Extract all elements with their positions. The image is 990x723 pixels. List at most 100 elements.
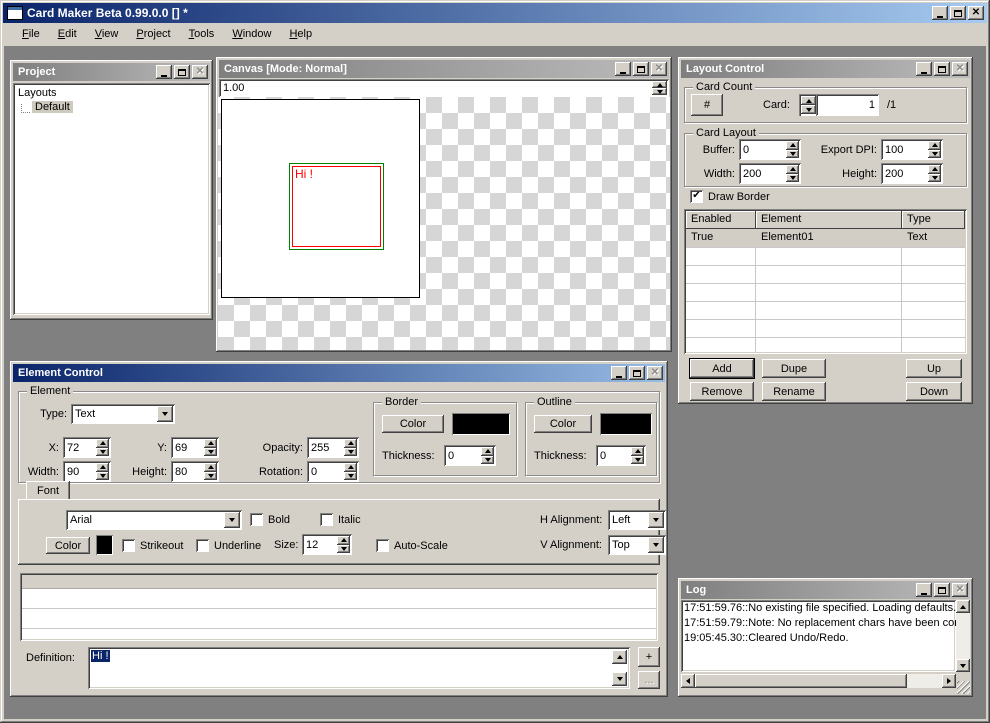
spin-up-icon[interactable] [801,96,816,105]
minimize-icon[interactable] [615,62,631,76]
rotation-field[interactable]: 0 [307,461,359,482]
down-button[interactable]: Down [906,382,962,401]
spin-down-icon[interactable] [786,150,799,159]
main-titlebar[interactable]: Card Maker Beta 0.99.0.0 [] * ✕ [3,3,987,23]
up-button[interactable]: Up [906,359,962,378]
scroll-down-icon[interactable] [956,659,970,672]
checkbox-icon[interactable] [250,513,263,526]
card-width-field[interactable]: 200 [739,163,801,184]
canvas-surface[interactable]: Hi ! [218,97,670,350]
outline-color-swatch[interactable] [600,413,652,435]
export-dpi-field[interactable]: 100 [881,139,943,160]
canvas-titlebar[interactable]: Canvas [Mode: Normal] ✕ [219,60,669,78]
chevron-down-icon[interactable] [224,512,240,528]
spin-up-icon[interactable] [786,141,799,150]
column-header-enabled[interactable]: Enabled [686,211,756,229]
scroll-down-icon[interactable] [612,672,627,686]
resize-grip[interactable] [957,681,970,694]
menu-edit[interactable]: Edit [49,25,86,43]
spin-down-icon[interactable] [928,174,941,183]
add-button[interactable]: Add [690,359,754,378]
font-family-combo[interactable]: Arial [66,510,242,530]
size-field[interactable]: 12 [302,534,352,555]
border-color-button[interactable]: Color [382,415,444,433]
scrollbar-thumb[interactable] [695,674,907,688]
table-empty-rows[interactable] [686,247,965,352]
remove-button[interactable]: Remove [690,382,754,401]
spin-up-icon[interactable] [204,463,217,472]
minimize-icon[interactable] [611,366,627,380]
column-header-type[interactable]: Type [902,211,965,229]
border-thickness-field[interactable]: 0 [444,445,496,466]
menu-window[interactable]: Window [223,25,280,43]
draw-border-checkbox[interactable]: Draw Border [690,190,770,203]
maximize-icon[interactable] [633,62,649,76]
zoom-field[interactable]: 1.00 [219,79,669,97]
card-preview[interactable]: Hi ! [221,99,420,298]
menu-help[interactable]: Help [280,25,321,43]
menu-project[interactable]: Project [127,25,179,43]
scroll-up-icon[interactable] [612,650,627,664]
element-selection-outline[interactable]: Hi ! [289,163,384,250]
maximize-icon[interactable] [934,62,950,76]
tree-item-default[interactable]: Default [32,101,73,113]
checkbox-icon[interactable] [320,513,333,526]
tree-item-layouts[interactable]: Layouts [14,86,209,100]
auto-scale-checkbox[interactable]: Auto-Scale [376,539,448,552]
chevron-down-icon[interactable] [648,537,664,553]
spin-down-icon[interactable] [631,456,644,465]
maximize-icon[interactable] [629,366,645,380]
outline-thickness-field[interactable]: 0 [596,445,646,466]
outline-color-button[interactable]: Color [534,415,592,433]
y-field[interactable]: 69 [171,437,219,458]
log-vscrollbar[interactable] [956,600,970,672]
spin-down-icon[interactable] [344,448,357,457]
spin-down-icon[interactable] [204,448,217,457]
app-icon[interactable] [7,6,23,20]
chevron-down-icon[interactable] [648,512,664,528]
checkbox-checked-icon[interactable] [690,190,703,203]
scroll-up-icon[interactable] [956,600,970,613]
spin-up-icon[interactable] [344,439,357,448]
spin-up-icon[interactable] [481,447,494,456]
h-alignment-combo[interactable]: Left [608,510,666,530]
spin-down-icon[interactable] [204,472,217,481]
dupe-button[interactable]: Dupe [762,359,826,378]
project-titlebar[interactable]: Project ✕ [13,63,210,81]
maximize-icon[interactable] [174,65,190,79]
spin-down-icon[interactable] [786,174,799,183]
buffer-field[interactable]: 0 [739,139,801,160]
font-color-button[interactable]: Color [46,537,90,554]
spin-down-icon[interactable] [96,448,109,457]
zoom-spinner[interactable] [652,79,669,97]
checkbox-icon[interactable] [122,539,135,552]
minimize-icon[interactable] [916,62,932,76]
underline-checkbox[interactable]: Underline [196,539,261,552]
close-icon[interactable]: ✕ [952,583,968,597]
spin-up-icon[interactable] [204,439,217,448]
el-height-field[interactable]: 80 [171,461,219,482]
border-color-swatch[interactable] [452,413,510,435]
scroll-right-icon[interactable] [942,674,956,688]
type-combo[interactable]: Text [71,404,175,424]
x-field[interactable]: 72 [63,437,111,458]
scroll-left-icon[interactable] [681,674,695,688]
spin-up-icon[interactable] [786,165,799,174]
card-number-spinner[interactable] [799,94,816,116]
close-icon[interactable]: ✕ [647,366,663,380]
el-width-field[interactable]: 90 [63,461,111,482]
log-hscrollbar[interactable] [681,674,956,688]
spin-down-icon[interactable] [928,150,941,159]
spin-up-icon[interactable] [344,463,357,472]
maximize-icon[interactable] [950,6,966,20]
hash-button[interactable]: # [691,94,723,116]
log-titlebar[interactable]: Log ✕ [681,581,970,599]
tab-font[interactable]: Font [26,481,70,500]
card-height-field[interactable]: 200 [881,163,943,184]
card-number-field[interactable]: 1 [816,99,879,111]
checkbox-icon[interactable] [196,539,209,552]
italic-checkbox[interactable]: Italic [320,513,361,526]
layout-control-titlebar[interactable]: Layout Control ✕ [681,60,970,78]
definition-add-button[interactable]: + [638,647,660,667]
definition-more-button[interactable]: ... [638,671,660,689]
